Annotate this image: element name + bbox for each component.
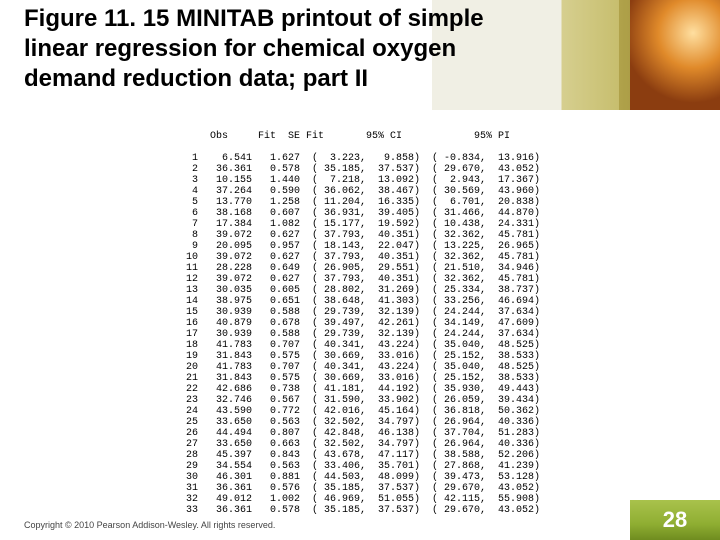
printout-header: Obs Fit SE Fit 95% CI 95% PI	[0, 131, 720, 142]
copyright-text: Copyright © 2010 Pearson Addison-Wesley.…	[24, 520, 275, 530]
page-number-badge: 28	[630, 500, 720, 540]
minitab-printout: Obs Fit SE Fit 95% CI 95% PI 1 6.541 1.6…	[0, 120, 720, 527]
figure-title: Figure 11. 15 MINITAB printout of simple…	[24, 4, 544, 94]
page-number: 28	[663, 507, 687, 533]
printout-rows: 1 6.541 1.627 ( 3.223, 9.858) ( -0.834, …	[180, 153, 540, 516]
